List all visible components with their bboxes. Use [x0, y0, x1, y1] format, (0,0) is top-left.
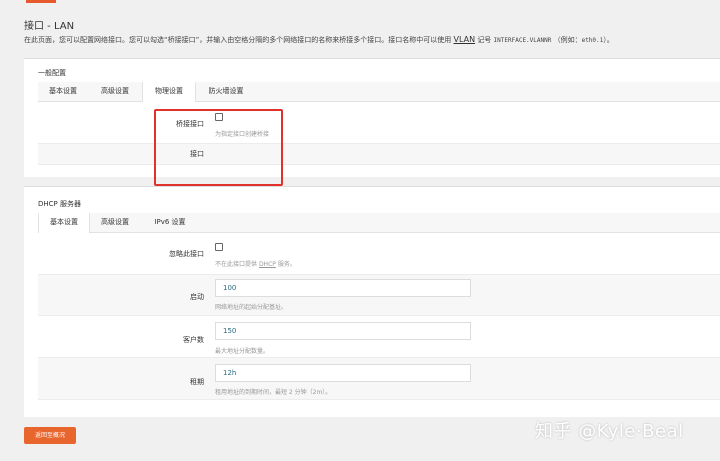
ignore-interface-checkbox[interactable]: [215, 243, 223, 251]
description-text-3: （例如：: [553, 36, 582, 44]
dhcp-limit-label: 客户数: [183, 336, 204, 344]
vlan-link[interactable]: VLAN: [454, 35, 476, 44]
dhcp-tab-ipv6[interactable]: IPv6 设置: [142, 213, 198, 233]
ignore-interface-label: 忽略此接口: [169, 250, 204, 258]
dhcp-server-title: DHCP 服务器: [38, 200, 81, 208]
description-text-2: 记号: [477, 36, 492, 44]
dhcp-start-input[interactable]: 100: [215, 279, 471, 297]
dhcp-hint-link[interactable]: DHCP: [259, 261, 276, 268]
ignore-interface-hint: 不在此接口提供 DHCP 服务。: [215, 259, 296, 268]
dhcp-lease-hint: 租用地址的到期时间，最短 2 分钟（2m）。: [215, 389, 332, 396]
page-title: 接口 - LAN: [24, 21, 75, 32]
interface-row: 接口: [38, 144, 720, 165]
back-to-overview-button[interactable]: 返回至概况: [24, 427, 76, 444]
ignore-hint-post: 服务。: [277, 261, 296, 268]
page-description: 在此页面，您可以配置网络接口。您可以勾选“桥接接口”，并输入由空格分隔的多个网络…: [24, 35, 614, 45]
dhcp-lease-row: 租期 12h 租用地址的到期时间，最短 2 分钟（2m）。: [38, 358, 720, 400]
bridge-interface-row: 桥接接口 为指定接口创建桥接: [38, 102, 720, 144]
dhcp-limit-row: 客户数 150 最大地址分配数量。: [38, 316, 720, 358]
dhcp-limit-hint: 最大地址分配数量。: [215, 348, 270, 355]
description-text-1: 在此页面，您可以配置网络接口。您可以勾选“桥接接口”，并输入由空格分隔的多个网络…: [24, 36, 452, 44]
tab-firewall-settings[interactable]: 防火墙设置: [198, 82, 254, 102]
description-code-2: eth0.1: [581, 37, 604, 44]
dhcp-server-panel: DHCP 服务器 基本设置 高级设置 IPv6 设置 忽略此接口 不在此接口提供…: [24, 186, 720, 417]
general-config-title: 一般配置: [38, 69, 66, 77]
description-text-4: ）。: [603, 36, 614, 44]
general-tabbar: 基本设置 高级设置 物理设置 防火墙设置: [38, 82, 720, 102]
dhcp-lease-input[interactable]: 12h: [215, 364, 471, 382]
dhcp-start-hint: 网络地址的起始分配基址。: [215, 304, 288, 311]
dhcp-tab-basic[interactable]: 基本设置: [38, 213, 90, 233]
dhcp-limit-input[interactable]: 150: [215, 322, 471, 340]
dhcp-tab-advanced[interactable]: 高级设置: [90, 213, 140, 233]
general-config-panel: 一般配置 基本设置 高级设置 物理设置 防火墙设置 桥接接口 为指定接口创建桥接…: [24, 58, 720, 177]
dhcp-start-label: 启动: [190, 293, 204, 301]
watermark: 知乎 @Kyle·Beal: [535, 421, 684, 442]
ignore-hint-pre: 不在此接口提供: [215, 261, 258, 268]
dhcp-start-row: 启动 100 网络地址的起始分配基址。: [38, 275, 720, 316]
tab-advanced-settings[interactable]: 高级设置: [90, 82, 140, 102]
dhcp-lease-label: 租期: [190, 378, 204, 386]
highlight-annotation-box: [154, 109, 283, 186]
tab-basic-settings[interactable]: 基本设置: [38, 82, 88, 102]
dhcp-tabbar: 基本设置 高级设置 IPv6 设置: [38, 213, 720, 233]
ignore-interface-row: 忽略此接口 不在此接口提供 DHCP 服务。: [38, 234, 720, 275]
tab-physical-settings[interactable]: 物理设置: [142, 82, 196, 102]
top-accent-bar: [26, 0, 56, 3]
description-code-1: INTERFACE.VLANNR: [493, 37, 552, 44]
